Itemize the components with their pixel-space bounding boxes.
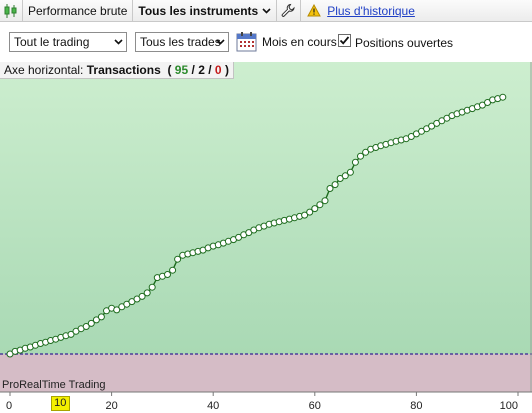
winning-trades-count: 95 (174, 63, 189, 77)
candlestick-icon (4, 3, 17, 18)
x-axis-band (0, 392, 532, 413)
warning-icon (307, 4, 322, 17)
top-toolbar: Performance brute Tous les instruments P… (0, 0, 532, 22)
instruments-dropdown[interactable]: Tous les instruments (133, 0, 278, 22)
trade-counts: ( 95 / 2 / 0 ) (164, 63, 229, 77)
x-tick-label: 20 (105, 400, 117, 412)
chevron-down-icon (262, 7, 271, 14)
equity-point (351, 158, 359, 166)
equity-point (143, 289, 151, 297)
equity-point (321, 197, 329, 205)
equity-point (499, 93, 507, 101)
x-tick-label: 0 (6, 400, 12, 412)
profit-zone (0, 62, 532, 354)
equity-point (169, 266, 177, 274)
count-separator: / (191, 63, 195, 77)
x-tick-label: 60 (309, 400, 321, 412)
equity-chart: 0 20 40 60 80 100 Axe horizontal: Transaction… (0, 62, 532, 413)
equity-point (164, 271, 171, 278)
performance-label: Performance brute (28, 3, 128, 18)
chevron-down-icon (114, 39, 123, 45)
x-tick-label: 80 (410, 400, 422, 412)
settings-button[interactable] (277, 0, 302, 22)
history-link-group: Plus d'historique (301, 0, 420, 22)
close-paren: ) (224, 63, 229, 77)
trading-scope-value: Tout le trading (14, 35, 90, 49)
brand-watermark: ProRealTime Trading (2, 379, 106, 391)
filter-bar: Tout le trading Tous les trades Mois en … (0, 22, 532, 62)
open-positions-checkbox[interactable] (338, 34, 351, 47)
more-history-link[interactable]: Plus d'historique (327, 4, 415, 18)
equity-point (316, 201, 324, 209)
wrench-icon (281, 3, 295, 17)
equity-chart-plot: 0 20 40 60 80 100 (0, 62, 532, 413)
open-positions-label: Positions ouvertes (355, 36, 454, 50)
current-month-label: Mois en cours (262, 35, 337, 49)
open-paren: ( (167, 63, 172, 77)
performance-mode-tab[interactable]: Performance brute (23, 0, 134, 22)
axis-name: Transactions (86, 63, 161, 77)
axis-prefix: Axe horizontal: (4, 63, 84, 77)
trades-value: Tous les trades (140, 35, 221, 49)
neutral-trades-count: 2 (198, 63, 205, 77)
checkmark-icon (339, 36, 350, 45)
x-tick-label: 100 (500, 400, 518, 412)
calendar-icon[interactable] (236, 31, 257, 52)
chevron-down-icon (216, 39, 225, 45)
instruments-label: Tous les instruments (138, 3, 259, 18)
equity-point (346, 168, 354, 176)
losing-trades-count: 0 (214, 63, 222, 77)
highlighted-tick-label: 10 (54, 397, 67, 409)
equity-point (97, 313, 105, 321)
trades-select[interactable]: Tous les trades (135, 32, 229, 52)
equity-point (148, 283, 156, 291)
trading-scope-select[interactable]: Tout le trading (9, 32, 127, 52)
chart-type-button[interactable] (0, 0, 23, 22)
equity-point (331, 181, 339, 189)
count-separator: / (208, 63, 212, 77)
axis-info-box: Axe horizontal: Transactions ( 95 / 2 / … (0, 62, 234, 79)
x-tick-label: 40 (207, 400, 219, 412)
